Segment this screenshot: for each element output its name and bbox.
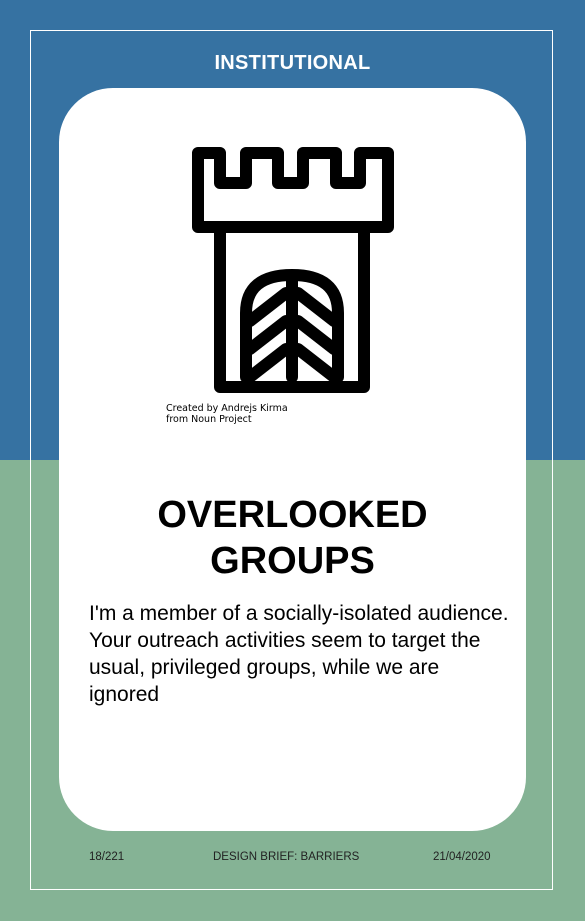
category-label: INSTITUTIONAL [214, 52, 371, 74]
card-title-line1: OVERLOOKED [157, 494, 428, 536]
footer-page-number: 18/221 [89, 851, 125, 863]
card-description: I'm a member of a socially-isolated audi… [89, 602, 509, 706]
icon-credit-line1: Created by Andrejs Kirma [166, 403, 288, 414]
footer-date: 21/04/2020 [433, 851, 491, 863]
icon-credit-line2: from Noun Project [166, 414, 252, 425]
castle-tower-icon [188, 143, 398, 398]
icon-credit: Created by Andrejs Kirma from Noun Proje… [166, 403, 288, 425]
card-title-line2: GROUPS [210, 540, 375, 582]
footer-label: DESIGN BRIEF: BARRIERS [213, 851, 360, 863]
card-title: OVERLOOKED GROUPS [59, 492, 526, 584]
